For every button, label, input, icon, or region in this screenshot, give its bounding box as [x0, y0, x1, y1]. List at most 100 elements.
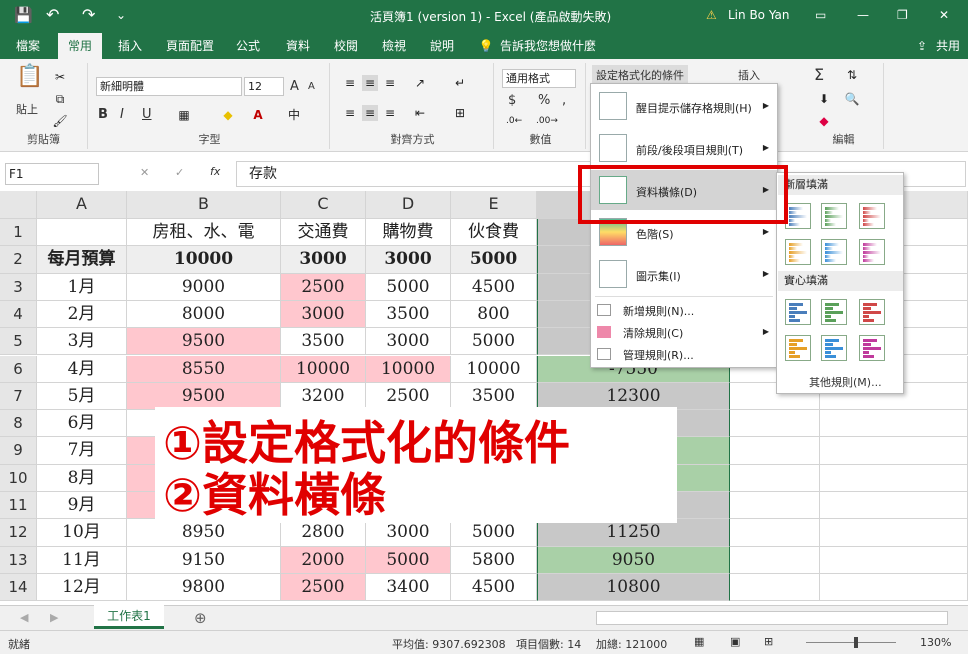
orientation-icon[interactable]: ↗ [412, 75, 428, 91]
autosum-button[interactable]: Σ [814, 65, 824, 84]
column-header[interactable]: C [281, 191, 366, 219]
table-cell[interactable]: 每月預算 [37, 246, 127, 274]
close-icon[interactable]: ✕ [939, 8, 949, 22]
table-cell-savings[interactable]: 11250 [537, 519, 730, 547]
percent-button[interactable]: % [538, 93, 550, 108]
menu-item-clear-rules[interactable]: 清除規則(C) ▶ [591, 322, 777, 342]
scroll-sheets-left-icon[interactable]: ◀ [20, 611, 28, 624]
tab-insert[interactable]: 插入 [108, 33, 152, 59]
menu-item-new-rule[interactable]: 新增規則(N)... [591, 300, 777, 320]
align-center-icon[interactable]: ≡ [362, 105, 378, 121]
table-cell[interactable]: 房租、水、電 [127, 219, 281, 247]
zoom-slider-thumb[interactable] [854, 637, 858, 648]
table-cell[interactable]: 3400 [366, 573, 451, 602]
table-cell[interactable]: 12月 [37, 573, 127, 602]
table-cell[interactable]: 2500 [281, 273, 366, 301]
row-header[interactable]: 6 [0, 355, 37, 383]
table-cell[interactable]: 5000 [451, 519, 537, 547]
underline-button[interactable]: U [142, 107, 152, 122]
redo-icon[interactable]: ↷ [82, 5, 95, 24]
data-bar-solid-swatch[interactable] [821, 335, 847, 361]
row-header[interactable]: 13 [0, 546, 37, 574]
cancel-entry-button[interactable]: ✕ [140, 166, 149, 179]
data-bar-gradient-swatch[interactable] [859, 203, 885, 229]
table-cell[interactable]: 8000 [127, 300, 281, 329]
table-cell[interactable]: 3200 [281, 382, 366, 411]
table-cell[interactable]: 10000 [127, 246, 281, 274]
table-cell[interactable]: 3500 [366, 300, 451, 329]
highlighted-cell[interactable] [127, 437, 157, 465]
table-cell[interactable] [730, 437, 820, 465]
table-cell[interactable]: 7月 [37, 437, 127, 465]
column-header[interactable]: A [37, 191, 127, 219]
find-select-icon[interactable]: 🔍 [844, 91, 860, 107]
table-cell[interactable] [820, 546, 968, 574]
menu-item-icon-sets[interactable]: 圖示集(I) ▶ [591, 254, 777, 294]
table-cell[interactable]: 3000 [366, 519, 451, 547]
tab-page-layout[interactable]: 頁面配置 [160, 33, 220, 59]
customize-quick-access-icon[interactable]: ⌄ [116, 8, 126, 22]
row-header[interactable]: 2 [0, 246, 37, 274]
copy-icon[interactable]: ⧉ [52, 91, 68, 107]
zoom-slider[interactable] [806, 642, 896, 643]
table-cell[interactable]: 8月 [37, 464, 127, 492]
tab-formulas[interactable]: 公式 [226, 33, 270, 59]
tab-review[interactable]: 校閱 [324, 33, 368, 59]
horizontal-scrollbar[interactable] [596, 611, 948, 625]
number-format-combo[interactable]: 通用格式 [502, 69, 576, 88]
table-cell[interactable]: 3月 [37, 328, 127, 356]
page-layout-view-icon[interactable]: ▣ [730, 635, 740, 648]
confirm-entry-button[interactable]: ✓ [175, 166, 184, 179]
table-cell[interactable] [820, 437, 968, 465]
table-cell[interactable]: 購物費 [366, 219, 451, 247]
table-cell[interactable]: 3000 [366, 328, 451, 356]
scroll-sheets-right-icon[interactable]: ▶ [50, 611, 58, 624]
highlighted-cell[interactable] [127, 464, 157, 492]
clear-icon[interactable]: ◆ [816, 113, 832, 129]
name-box[interactable]: F1 [5, 163, 99, 185]
more-rules-link[interactable]: 其他規則(M)... [809, 374, 882, 390]
share-button[interactable]: 共用 [932, 33, 964, 59]
table-cell[interactable] [820, 519, 968, 547]
align-bottom-icon[interactable]: ≡ [382, 75, 398, 91]
tab-help[interactable]: 說明 [420, 33, 464, 59]
table-cell[interactable]: 交通費 [281, 219, 366, 247]
table-cell[interactable] [730, 492, 820, 520]
tab-data[interactable]: 資料 [276, 33, 320, 59]
table-cell[interactable]: 11月 [37, 546, 127, 574]
table-cell[interactable]: 3000 [366, 246, 451, 274]
ribbon-display-options-icon[interactable]: ▭ [815, 8, 826, 22]
table-cell[interactable]: 5000 [366, 546, 451, 574]
data-bar-solid-swatch[interactable] [785, 299, 811, 325]
cut-icon[interactable]: ✂ [52, 69, 68, 85]
row-header[interactable]: 3 [0, 273, 37, 301]
row-header[interactable]: 11 [0, 492, 37, 520]
wrap-text-icon[interactable]: ↵ [452, 75, 468, 91]
merge-center-icon[interactable]: ⊞ [452, 105, 468, 121]
row-header[interactable]: 8 [0, 410, 37, 438]
table-cell[interactable]: 3000 [281, 246, 366, 274]
row-header[interactable]: 4 [0, 300, 37, 329]
table-cell[interactable]: 2000 [281, 546, 366, 574]
new-sheet-icon[interactable]: ⊕ [194, 609, 207, 627]
comma-button[interactable]: , [562, 93, 566, 108]
data-bar-gradient-swatch[interactable] [821, 203, 847, 229]
table-cell-savings[interactable]: 10800 [537, 573, 730, 602]
italic-button[interactable]: I [120, 107, 124, 122]
data-bar-solid-swatch[interactable] [785, 335, 811, 361]
table-cell[interactable]: 3000 [281, 300, 366, 329]
table-cell-savings[interactable]: 9050 [537, 546, 730, 574]
table-cell[interactable]: 10月 [37, 519, 127, 547]
table-cell[interactable]: 9000 [127, 273, 281, 301]
table-cell[interactable] [820, 464, 968, 492]
table-cell-savings[interactable]: 12300 [537, 382, 730, 411]
table-cell[interactable]: 10000 [366, 355, 451, 383]
data-bar-gradient-swatch[interactable] [785, 239, 811, 265]
indent-icon[interactable]: ⇤ [412, 105, 428, 121]
column-header[interactable]: E [451, 191, 537, 219]
table-cell[interactable]: 9500 [127, 382, 281, 411]
table-cell[interactable]: 5000 [451, 246, 537, 274]
table-cell[interactable] [730, 519, 820, 547]
table-cell[interactable]: 4月 [37, 355, 127, 383]
normal-view-icon[interactable]: ▦ [694, 635, 704, 648]
